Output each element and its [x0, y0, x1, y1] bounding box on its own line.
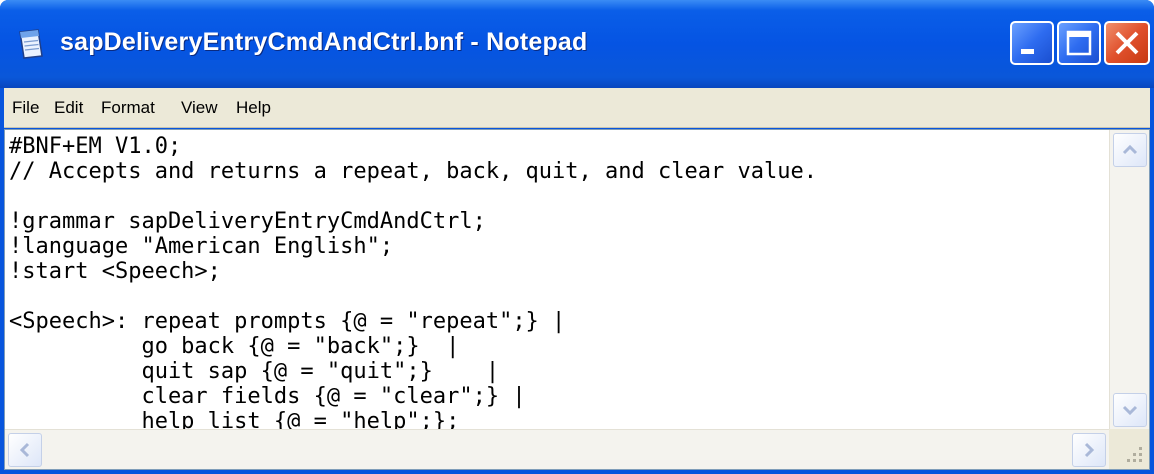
- menu-file[interactable]: File: [12, 94, 39, 122]
- close-icon: [1115, 31, 1139, 55]
- notepad-window: sapDeliveryEntryCmdAndCtrl.bnf - Notepad…: [0, 0, 1154, 474]
- menu-bar: File Edit Format View Help: [4, 88, 1150, 128]
- window-title: sapDeliveryEntryCmdAndCtrl.bnf - Notepad: [60, 28, 588, 56]
- code-line: clear fields {@ = "clear";} |: [9, 384, 526, 409]
- text-editor[interactable]: #BNF+EM V1.0; // Accepts and returns a r…: [4, 129, 1150, 470]
- arrow-left-icon: [19, 442, 30, 458]
- menu-edit[interactable]: Edit: [54, 94, 83, 122]
- text-content[interactable]: #BNF+EM V1.0; // Accepts and returns a r…: [9, 134, 1109, 430]
- menu-format[interactable]: Format: [101, 94, 155, 122]
- vertical-scrollbar[interactable]: [1109, 130, 1149, 430]
- notepad-icon: [19, 29, 43, 59]
- title-bar[interactable]: sapDeliveryEntryCmdAndCtrl.bnf - Notepad: [0, 0, 1154, 88]
- code-line: #BNF+EM V1.0;: [9, 134, 182, 159]
- resize-grip[interactable]: [1109, 429, 1149, 469]
- horizontal-scrollbar[interactable]: [5, 429, 1109, 469]
- arrow-up-icon: [1122, 144, 1138, 155]
- arrow-down-icon: [1122, 405, 1138, 416]
- menu-view[interactable]: View: [181, 94, 218, 122]
- code-line: help list {@ = "help";};: [9, 409, 460, 430]
- close-button[interactable]: [1104, 21, 1150, 65]
- code-line: go back {@ = "back";} |: [9, 334, 460, 359]
- resize-grip-icon: [1127, 447, 1142, 462]
- code-line: quit sap {@ = "quit";} |: [9, 359, 500, 384]
- code-line: !start <Speech>;: [9, 259, 221, 284]
- code-line: <Speech>: repeat prompts {@ = "repeat";}…: [9, 309, 566, 334]
- scroll-left-button[interactable]: [8, 433, 42, 467]
- menu-help[interactable]: Help: [236, 94, 271, 122]
- arrow-right-icon: [1084, 442, 1095, 458]
- scroll-right-button[interactable]: [1072, 433, 1106, 467]
- maximize-button[interactable]: [1057, 21, 1101, 65]
- scroll-up-button[interactable]: [1113, 133, 1147, 167]
- minimize-button[interactable]: [1010, 21, 1054, 65]
- scroll-down-button[interactable]: [1113, 393, 1147, 427]
- code-line: // Accepts and returns a repeat, back, q…: [9, 159, 817, 184]
- maximize-icon: [1066, 30, 1092, 56]
- code-line: !grammar sapDeliveryEntryCmdAndCtrl;: [9, 209, 486, 234]
- code-line: !language "American English";: [9, 234, 394, 259]
- minimize-icon: [1021, 49, 1034, 54]
